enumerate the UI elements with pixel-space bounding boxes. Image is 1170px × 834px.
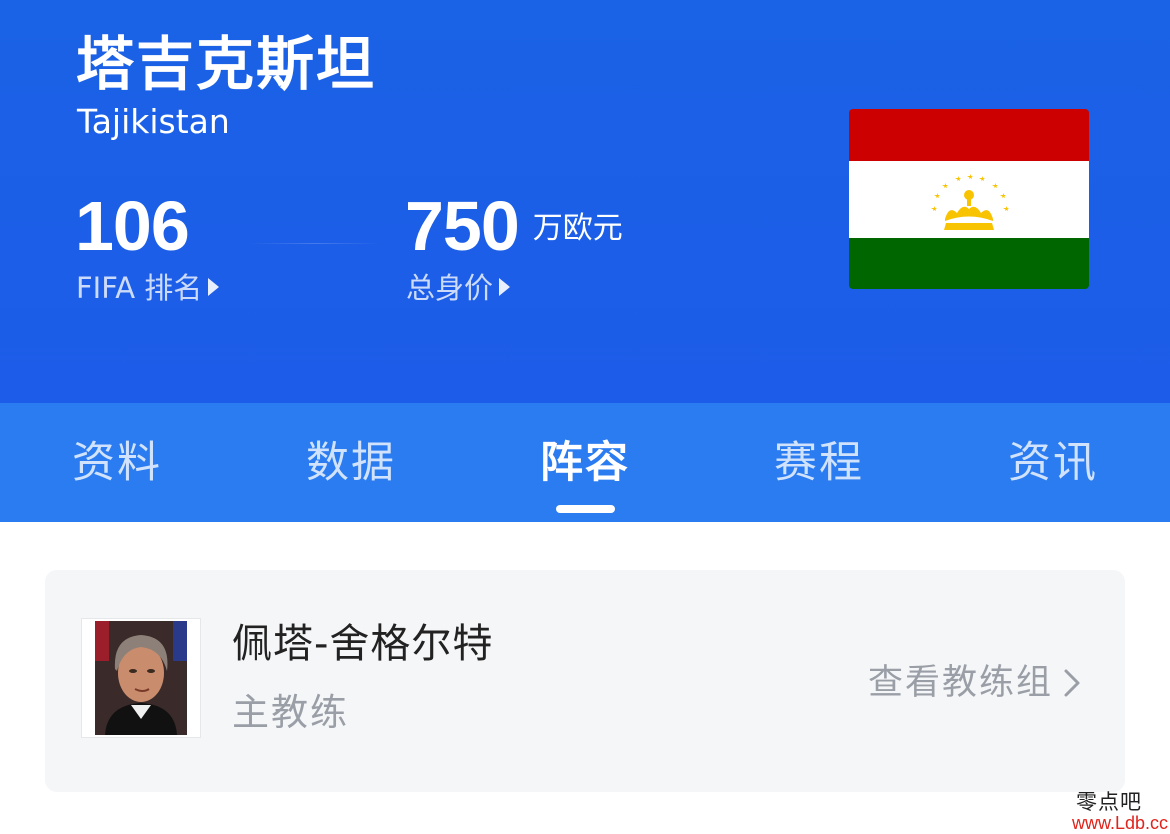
active-tab-indicator <box>556 505 615 513</box>
tab-schedule[interactable]: 赛程 <box>739 435 899 491</box>
team-name-en: Tajikistan <box>77 102 230 141</box>
fifa-rank-label-text: FIFA 排名 <box>76 271 203 305</box>
watermark: 零点吧 www.Ldb.cc <box>1046 786 1170 834</box>
tab-profile[interactable]: 资料 <box>37 435 197 491</box>
tab-news[interactable]: 资讯 <box>973 435 1133 491</box>
tab-squad[interactable]: 阵容 <box>505 435 665 491</box>
view-coaching-staff-link[interactable]: 查看教练组 <box>868 658 1081 708</box>
coach-role: 主教练 <box>232 691 349 734</box>
market-value-unit: 万欧元 <box>532 211 623 246</box>
fifa-rank-label[interactable]: FIFA 排名 <box>76 270 220 306</box>
team-name-cn: 塔吉克斯坦 <box>76 30 377 98</box>
tab-stats[interactable]: 数据 <box>271 435 431 491</box>
market-value-value: 750 <box>405 187 520 265</box>
watermark-text: 零点吧 <box>1076 790 1142 814</box>
team-header: 塔吉克斯坦 Tajikistan 106 FIFA 排名 750 万欧元 总身价 <box>0 0 1170 403</box>
market-value-label-text: 总身价 <box>406 271 494 305</box>
caret-right-icon <box>208 278 220 296</box>
coach-card[interactable]: 佩塔-舍格尔特 主教练 查看教练组 <box>45 570 1125 792</box>
tajikistan-flag-icon <box>849 109 1089 289</box>
view-coaching-staff-label: 查看教练组 <box>867 663 1053 703</box>
coach-avatar[interactable] <box>81 618 201 738</box>
stat-divider <box>250 243 380 244</box>
tab-bar: 资料 数据 阵容 赛程 资讯 <box>0 403 1170 522</box>
market-value-label[interactable]: 总身价 <box>406 270 511 306</box>
market-value-stat[interactable]: 750 万欧元 总身价 <box>405 187 623 305</box>
coach-name: 佩塔-舍格尔特 <box>232 621 494 667</box>
watermark-url: www.Ldb.cc <box>1071 813 1168 833</box>
fifa-rank-stat[interactable]: 106 FIFA 排名 <box>75 187 220 305</box>
fifa-rank-value: 106 <box>75 187 190 265</box>
caret-right-icon <box>499 278 511 296</box>
chevron-right-icon <box>1064 669 1080 697</box>
